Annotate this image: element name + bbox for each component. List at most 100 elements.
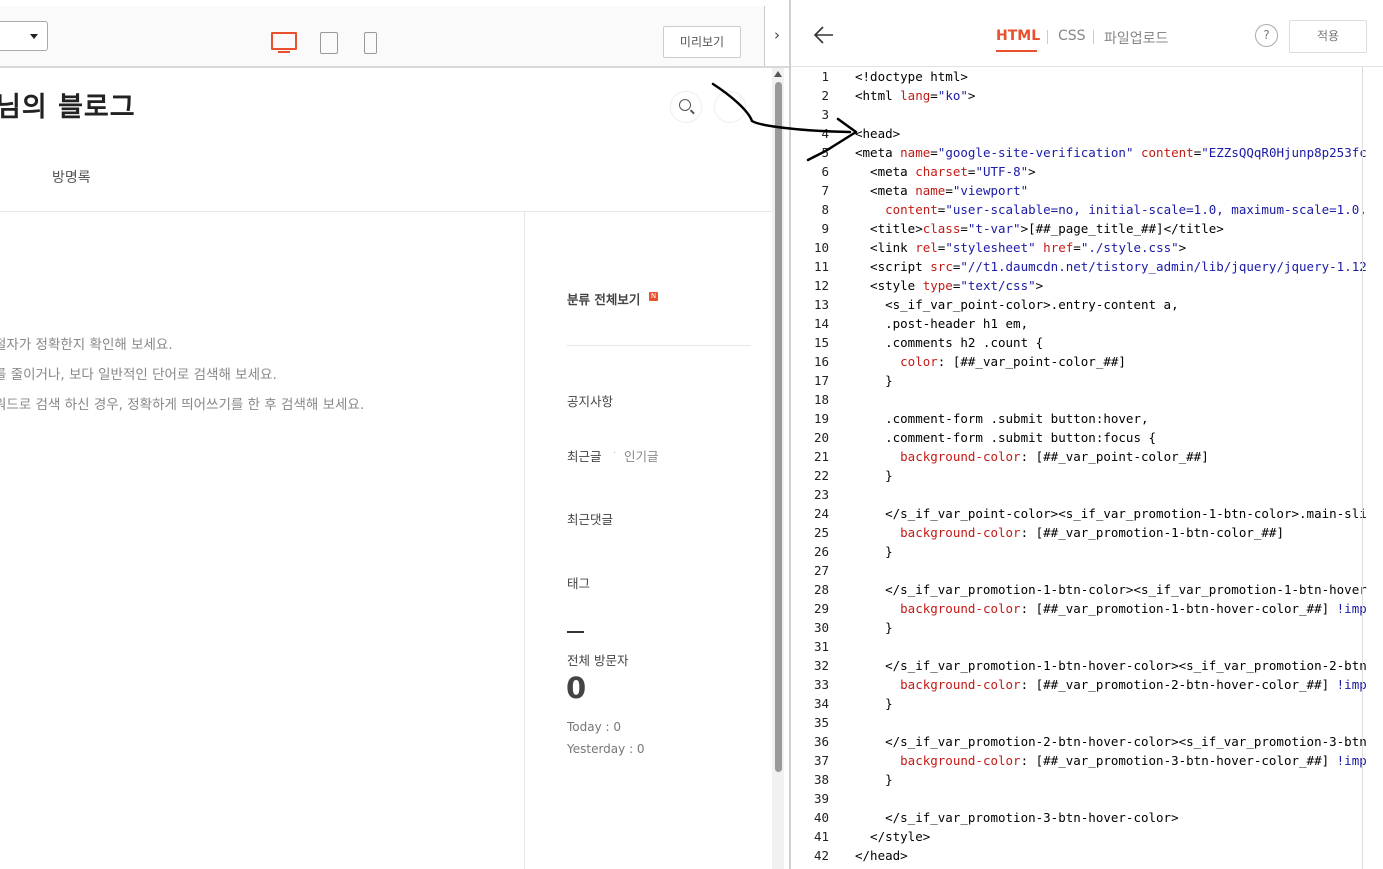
code-line[interactable]: background-color: [##_var_point-color_##… <box>855 447 1209 466</box>
mobile-icon[interactable] <box>364 32 377 54</box>
line-number: 10 <box>813 240 829 255</box>
line-number: 27 <box>813 563 829 578</box>
back-arrow-icon[interactable] <box>813 24 835 46</box>
active-tab-indicator <box>996 50 1037 52</box>
total-visitors-label: 전체 방문자 <box>567 653 629 668</box>
code-line[interactable]: <link rel="stylesheet" href="./style.css… <box>855 238 1186 257</box>
header-divider <box>0 211 772 212</box>
tab-file-upload[interactable]: 파일업로드 <box>1104 28 1168 48</box>
line-number: 38 <box>813 772 829 787</box>
line-number: 31 <box>813 639 829 654</box>
scroll-up-icon[interactable] <box>774 71 782 77</box>
code-line[interactable]: </s_if_var_point-color><s_if_var_promoti… <box>855 504 1367 523</box>
line-number: 9 <box>821 221 829 236</box>
line-number: 8 <box>821 202 829 217</box>
code-line[interactable]: color: [##_var_point-color_##] <box>855 352 1126 371</box>
total-visitors-count: 0 <box>566 671 587 705</box>
search-hint: 를 줄이거나, 보다 일반적인 단어로 검색해 보세요. <box>0 367 277 383</box>
code-line[interactable]: } <box>855 770 893 789</box>
line-number: 6 <box>821 164 829 179</box>
preview-scrollbar-thumb[interactable] <box>775 82 782 772</box>
help-icon[interactable]: ? <box>1255 24 1278 47</box>
code-line[interactable]: } <box>855 371 893 390</box>
line-number: 21 <box>813 449 829 464</box>
line-number: 35 <box>813 715 829 730</box>
code-line[interactable]: <style type="text/css"> <box>855 276 1043 295</box>
desktop-icon[interactable] <box>271 32 297 53</box>
code-line[interactable]: <!doctype html> <box>855 67 968 86</box>
code-line[interactable]: background-color: [##_var_promotion-2-bt… <box>855 675 1367 694</box>
code-line[interactable]: background-color: [##_var_promotion-1-bt… <box>855 523 1284 542</box>
code-line[interactable]: } <box>855 618 893 637</box>
line-number: 11 <box>813 259 829 274</box>
skin-select-dropdown[interactable] <box>0 21 48 51</box>
code-line[interactable]: } <box>855 694 893 713</box>
search-icon <box>679 99 691 111</box>
code-line[interactable]: <title>class="t-var">[##_page_title_##]<… <box>855 219 1224 238</box>
blog-profile-button[interactable] <box>714 91 746 123</box>
line-number: 2 <box>821 88 829 103</box>
line-number: 17 <box>813 373 829 388</box>
sidebar-divider <box>567 345 751 346</box>
line-number: 18 <box>813 392 829 407</box>
sidebar-tab-popular-posts[interactable]: 인기글 <box>624 446 659 465</box>
line-number: 30 <box>813 620 829 635</box>
code-line[interactable]: <head> <box>855 124 900 143</box>
nav-guestbook[interactable]: 방명록 <box>52 167 91 187</box>
code-line[interactable]: .comment-form .submit button:focus { <box>855 428 1156 447</box>
line-number: 39 <box>813 791 829 806</box>
code-line[interactable]: </style> <box>855 827 930 846</box>
code-line[interactable]: <html lang="ko"> <box>855 86 975 105</box>
code-editor-pane: HTML CSS 파일업로드 ? 적용 1 2 3 4 5 6 7 8 9 10 11 12 13 14 1… <box>791 0 1383 869</box>
code-line[interactable]: </head> <box>855 846 908 865</box>
preview-toolbar: 미리보기 <box>0 6 789 68</box>
sidebar-dash <box>567 631 584 633</box>
sidebar-tags: 태그 <box>567 576 591 591</box>
content-divider <box>524 212 525 869</box>
code-line[interactable]: <meta name="google-site-verification" co… <box>855 143 1367 162</box>
line-number: 1 <box>821 69 829 84</box>
tablet-icon[interactable] <box>320 32 338 54</box>
caret-down-icon <box>30 34 38 39</box>
line-number: 7 <box>821 183 829 198</box>
code-editor[interactable]: 1 2 3 4 5 6 7 8 9 10 11 12 13 14 15 16 17 18 19 20 21 22 23 24 2… <box>791 67 1383 869</box>
code-line[interactable]: <meta name="viewport" <box>855 181 1028 200</box>
line-number: 3 <box>821 107 829 122</box>
blog-search-button[interactable] <box>670 91 702 123</box>
code-line[interactable]: content="user-scalable=no, initial-scale… <box>855 200 1367 219</box>
code-line[interactable]: <script src="//t1.daumcdn.net/tistory_ad… <box>855 257 1367 276</box>
blog-title: 님의 블로그 <box>0 92 136 123</box>
line-number: 23 <box>813 487 829 502</box>
code-line[interactable]: </s_if_var_promotion-2-btn-hover-color><… <box>855 732 1367 751</box>
line-number: 33 <box>813 677 829 692</box>
tab-css[interactable]: CSS <box>1058 28 1086 44</box>
code-line[interactable]: <s_if_var_point-color>.entry-content a, <box>855 295 1179 314</box>
code-line[interactable]: .post-header h1 em, <box>855 314 1028 333</box>
line-number: 12 <box>813 278 829 293</box>
sidebar-category-all[interactable]: 분류 전체보기 <box>567 289 640 308</box>
code-line[interactable]: background-color: [##_var_promotion-1-bt… <box>855 599 1367 618</box>
line-number: 40 <box>813 810 829 825</box>
line-number: 13 <box>813 297 829 312</box>
code-line[interactable]: </s_if_var_promotion-3-btn-hover-color> <box>855 808 1179 827</box>
line-number: 14 <box>813 316 829 331</box>
line-number: 29 <box>813 601 829 616</box>
code-line[interactable]: background-color: [##_var_promotion-3-bt… <box>855 751 1367 770</box>
sidebar-tab-recent-posts[interactable]: 최근글 <box>567 446 602 465</box>
code-line[interactable]: </s_if_var_promotion-1-btn-hover-color><… <box>855 656 1367 675</box>
code-line[interactable]: } <box>855 542 893 561</box>
code-line[interactable]: </s_if_var_promotion-1-btn-color><s_if_v… <box>855 580 1367 599</box>
collapse-preview-button[interactable]: › <box>764 6 789 66</box>
preview-button[interactable]: 미리보기 <box>663 26 741 58</box>
code-line[interactable]: <meta charset="UTF-8"> <box>855 162 1036 181</box>
tab-html[interactable]: HTML <box>996 28 1040 44</box>
line-number: 28 <box>813 582 829 597</box>
yesterday-visitors: Yesterday : 0 <box>567 742 645 756</box>
editor-scrollbar[interactable] <box>1362 67 1363 869</box>
apply-button[interactable]: 적용 <box>1289 20 1367 53</box>
code-line[interactable]: } <box>855 466 893 485</box>
code-line[interactable]: .comment-form .submit button:hover, <box>855 409 1148 428</box>
line-number: 36 <box>813 734 829 749</box>
search-hint: 철자가 정확한지 확인해 보세요. <box>0 337 173 353</box>
code-line[interactable]: .comments h2 .count { <box>855 333 1043 352</box>
